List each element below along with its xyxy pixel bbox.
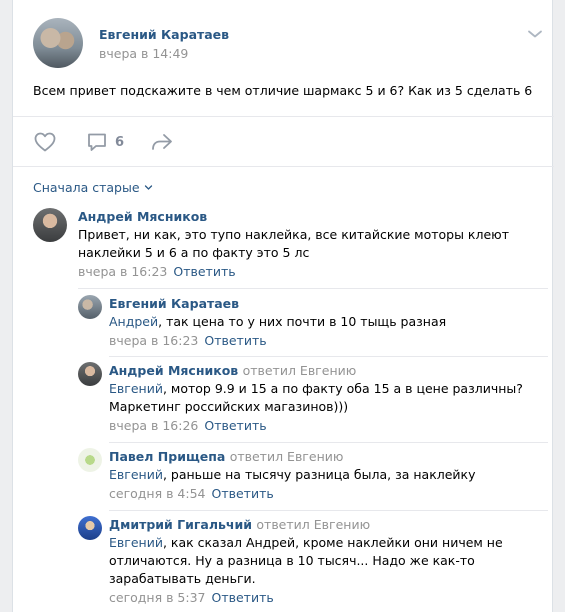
comment-time[interactable]: сегодня в 5:37 <box>109 590 206 605</box>
comment-meta: вчера в 16:26 Ответить <box>109 417 539 434</box>
comment-author[interactable]: Дмитрий Гигальчий ответил Евгению <box>109 516 519 533</box>
reply-button[interactable]: Ответить <box>204 333 266 348</box>
avatar[interactable] <box>78 516 102 540</box>
reply-button[interactable]: Ответить <box>212 590 274 605</box>
mention-link[interactable]: Андрей <box>109 314 158 329</box>
share-button[interactable] <box>149 128 175 156</box>
chevron-down-icon[interactable] <box>527 26 543 42</box>
comment-meta: вчера в 16:23 Ответить <box>78 263 548 280</box>
divider <box>109 442 548 443</box>
comment-author[interactable]: Павел Прищепа ответил Евгению <box>109 448 539 465</box>
avatar[interactable] <box>78 448 102 472</box>
comments-button[interactable]: 6 <box>85 128 124 156</box>
sort-label: Сначала старые <box>33 180 140 195</box>
replied-to-label: ответил Евгению <box>242 363 357 378</box>
divider <box>78 288 548 289</box>
avatar[interactable] <box>78 295 102 319</box>
post-actions: 6 <box>33 128 533 156</box>
replied-to-label: ответил Евгению <box>256 517 371 532</box>
comment-time[interactable]: вчера в 16:23 <box>78 264 167 279</box>
post-author-name[interactable]: Евгений Каратаев <box>99 27 229 42</box>
divider <box>109 356 548 357</box>
post-header: Евгений Каратаев вчера в 14:49 <box>33 18 543 70</box>
post-text: Всем привет подскажите в чем отличие шар… <box>33 83 533 98</box>
avatar[interactable] <box>78 362 102 386</box>
comment-author[interactable]: Андрей Мясников ответил Евгению <box>109 362 539 379</box>
comment-meta: сегодня в 5:37 Ответить <box>109 589 519 606</box>
comment-author[interactable]: Андрей Мясников <box>78 208 548 225</box>
mention-link[interactable]: Евгений <box>109 381 163 396</box>
share-arrow-icon <box>149 130 175 154</box>
divider <box>109 510 548 511</box>
comment-text: Евгений, раньше на тысячу разница была, … <box>109 467 476 482</box>
comment-bubble-icon <box>85 130 109 154</box>
comment-text: Евгений, как сказал Андрей, кроме наклей… <box>109 535 503 586</box>
comments-count: 6 <box>115 134 125 150</box>
reply-button[interactable]: Ответить <box>173 264 235 279</box>
reply-button[interactable]: Ответить <box>204 418 266 433</box>
comment-meta: вчера в 16:23 Ответить <box>109 332 539 349</box>
like-button[interactable] <box>33 128 57 156</box>
comment-time[interactable]: сегодня в 4:54 <box>109 486 206 501</box>
comment-text: Евгений, мотор 9.9 и 15 а по факту оба 1… <box>109 381 523 414</box>
post-timestamp[interactable]: вчера в 14:49 <box>99 46 188 61</box>
reply-button[interactable]: Ответить <box>212 486 274 501</box>
comment-author[interactable]: Евгений Каратаев <box>109 295 539 312</box>
comment-sort-toggle[interactable]: Сначала старые <box>33 180 153 195</box>
replied-to-label: ответил Евгению <box>229 449 344 464</box>
divider <box>13 166 554 167</box>
heart-icon <box>33 130 57 154</box>
mention-link[interactable]: Евгений <box>109 467 163 482</box>
comment-text: Привет, ни как, это тупо наклейка, все к… <box>78 227 509 260</box>
comment-meta: сегодня в 4:54 Ответить <box>109 485 539 502</box>
mention-link[interactable]: Евгений <box>109 535 163 550</box>
chevron-down-icon <box>144 180 153 195</box>
comment-text: Андрей, так цена то у них почти в 10 тыщ… <box>109 314 447 329</box>
comment-time[interactable]: вчера в 16:23 <box>109 333 198 348</box>
author-avatar[interactable] <box>33 18 83 68</box>
divider <box>13 116 554 117</box>
post-card: Евгений Каратаев вчера в 14:49 Всем прив… <box>12 0 554 612</box>
comment-time[interactable]: вчера в 16:26 <box>109 418 198 433</box>
avatar[interactable] <box>33 208 67 242</box>
